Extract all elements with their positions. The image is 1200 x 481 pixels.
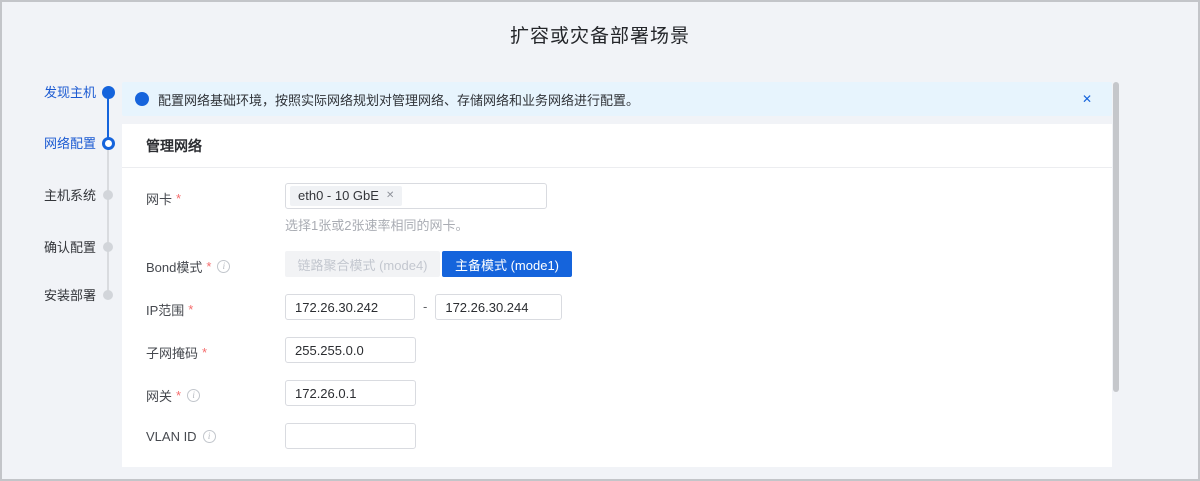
nic-row: 网卡 * eth0 - 10 GbE ✕ 选择1张或2张速率相同的网卡。: [146, 183, 1088, 234]
nic-label-text: 网卡: [146, 189, 172, 208]
ip-range-row: IP范围 * -: [146, 294, 1088, 320]
step-discover-hosts[interactable]: 发现主机: [32, 85, 96, 100]
required-mark: *: [206, 259, 211, 274]
step-connector-pending: [107, 143, 109, 295]
subnet-mask-row: 子网掩码 *: [146, 337, 1088, 363]
subnet-mask-input[interactable]: [285, 337, 416, 363]
bond-mode-group: 链路聚合模式 (mode4) 主备模式 (mode1): [285, 251, 572, 277]
nic-hint: 选择1张或2张速率相同的网卡。: [285, 215, 547, 234]
step-host-system[interactable]: 主机系统: [32, 188, 96, 203]
step-dot-current-icon: [102, 137, 115, 150]
gateway-row: 网关 *: [146, 380, 1088, 406]
nic-tag: eth0 - 10 GbE ✕: [290, 186, 402, 206]
nic-tag-label: eth0 - 10 GbE: [298, 186, 379, 206]
ip-range-label: IP范围 *: [146, 294, 285, 319]
bond-mode4-button[interactable]: 链路聚合模式 (mode4): [285, 251, 440, 277]
management-network-card: 管理网络 网卡 * eth0 - 10 GbE ✕ 选择1张或2张速率相同的网卡…: [122, 124, 1112, 467]
vlan-label-text: VLAN ID: [146, 429, 197, 444]
info-tooltip-icon[interactable]: [217, 260, 230, 273]
bond-mode1-button[interactable]: 主备模式 (mode1): [442, 251, 572, 277]
gateway-label: 网关 *: [146, 380, 285, 405]
subnet-mask-label-text: 子网掩码: [146, 343, 198, 362]
step-dot-pending-icon: [103, 290, 113, 300]
step-dot-done-icon: [102, 86, 115, 99]
ip-range-label-text: IP范围: [146, 300, 184, 319]
bond-mode-label: Bond模式 *: [146, 251, 285, 276]
vlan-input[interactable]: [285, 423, 416, 449]
step-install-deploy[interactable]: 安装部署: [32, 288, 96, 303]
step-network-config[interactable]: 网络配置: [32, 136, 96, 151]
tag-remove-icon[interactable]: ✕: [386, 191, 394, 201]
step-dot-pending-icon: [103, 190, 113, 200]
nic-control: eth0 - 10 GbE ✕ 选择1张或2张速率相同的网卡。: [285, 183, 547, 234]
info-banner-text: 配置网络基础环境，按照实际网络规划对管理网络、存储网络和业务网络进行配置。: [158, 90, 1082, 109]
gateway-label-text: 网关: [146, 386, 172, 405]
info-tooltip-icon[interactable]: [187, 389, 200, 402]
management-network-form: 网卡 * eth0 - 10 GbE ✕ 选择1张或2张速率相同的网卡。 Bon…: [122, 168, 1112, 449]
ip-range-end-input[interactable]: [435, 294, 562, 320]
info-banner: 配置网络基础环境，按照实际网络规划对管理网络、存储网络和业务网络进行配置。 ✕: [122, 82, 1112, 116]
required-mark: *: [202, 345, 207, 360]
nic-select-input[interactable]: eth0 - 10 GbE ✕: [285, 183, 547, 209]
info-tooltip-icon[interactable]: [203, 430, 216, 443]
required-mark: *: [176, 388, 181, 403]
required-mark: *: [176, 191, 181, 206]
step-connector-done: [107, 92, 109, 143]
bond-mode-row: Bond模式 * 链路聚合模式 (mode4) 主备模式 (mode1): [146, 251, 1088, 277]
banner-close-icon[interactable]: ✕: [1082, 93, 1092, 105]
info-circle-icon: [135, 92, 149, 106]
bond-mode-label-text: Bond模式: [146, 257, 202, 276]
page-title: 扩容或灾备部署场景: [2, 21, 1198, 48]
vlan-row: VLAN ID: [146, 423, 1088, 449]
ip-range-start-input[interactable]: [285, 294, 415, 320]
vertical-scrollbar-thumb[interactable]: [1113, 82, 1119, 392]
step-dot-pending-icon: [103, 242, 113, 252]
subnet-mask-label: 子网掩码 *: [146, 337, 285, 362]
nic-label: 网卡 *: [146, 183, 285, 208]
section-title: 管理网络: [122, 124, 1112, 168]
step-confirm-config[interactable]: 确认配置: [32, 240, 96, 255]
required-mark: *: [188, 302, 193, 317]
gateway-input[interactable]: [285, 380, 416, 406]
ip-range-separator: -: [423, 294, 427, 314]
vlan-label: VLAN ID: [146, 423, 285, 444]
